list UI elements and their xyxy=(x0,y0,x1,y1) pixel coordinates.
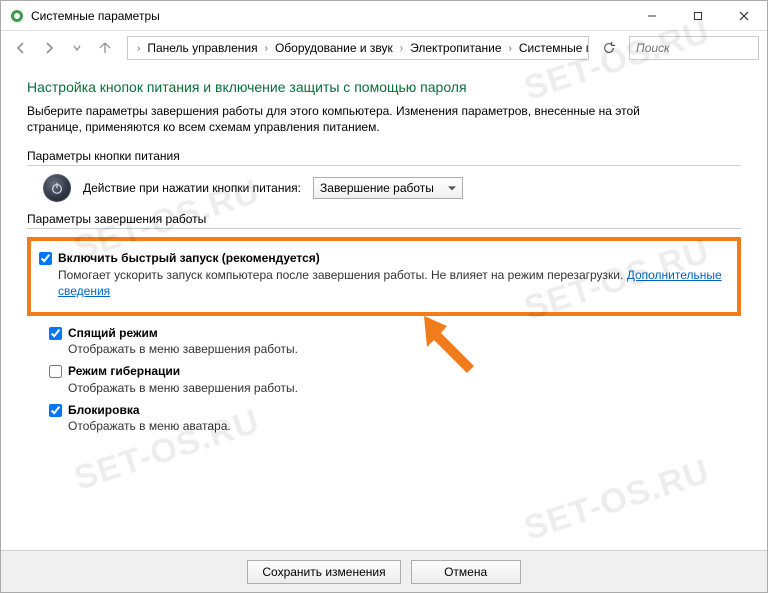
chevron-right-icon: › xyxy=(397,43,406,54)
page-intro: Выберите параметры завершения работы для… xyxy=(27,103,667,135)
window-icon xyxy=(9,8,25,24)
button-bar: Сохранить изменения Отмена xyxy=(1,550,767,592)
power-action-dropdown[interactable]: Завершение работы xyxy=(313,177,463,199)
dropdown-value: Завершение работы xyxy=(320,181,434,195)
search-input[interactable] xyxy=(629,36,759,60)
breadcrumb-item[interactable]: Системные параметры xyxy=(517,41,589,55)
close-button[interactable] xyxy=(721,1,767,31)
breadcrumb-item[interactable]: Панель управления xyxy=(145,41,259,55)
cancel-button[interactable]: Отмена xyxy=(411,560,521,584)
minimize-button[interactable] xyxy=(629,1,675,31)
hibernate-option[interactable]: Режим гибернации xyxy=(49,363,741,379)
option-title: Режим гибернации xyxy=(68,363,180,379)
section-title: Параметры кнопки питания xyxy=(27,149,741,166)
fast-startup-option[interactable]: Включить быстрый запуск (рекомендуется) xyxy=(39,250,729,266)
section-title: Параметры завершения работы xyxy=(27,212,741,229)
hibernate-checkbox[interactable] xyxy=(49,365,62,378)
option-title: Блокировка xyxy=(68,402,140,418)
power-action-label: Действие при нажатии кнопки питания: xyxy=(83,181,301,195)
maximize-button[interactable] xyxy=(675,1,721,31)
forward-button[interactable] xyxy=(37,36,61,60)
chevron-right-icon: › xyxy=(134,43,143,54)
navigation-bar: › Панель управления › Оборудование и зву… xyxy=(1,31,767,65)
content-area: Настройка кнопок питания и включение защ… xyxy=(1,65,767,550)
fast-startup-checkbox[interactable] xyxy=(39,252,52,265)
option-description: Отображать в меню завершения работы. xyxy=(49,380,741,396)
option-title: Спящий режим xyxy=(68,325,158,341)
page-heading: Настройка кнопок питания и включение защ… xyxy=(27,79,741,95)
shutdown-settings-section: Параметры завершения работы Включить быс… xyxy=(27,212,741,437)
sleep-checkbox[interactable] xyxy=(49,327,62,340)
lock-option[interactable]: Блокировка xyxy=(49,402,741,418)
power-button-section: Параметры кнопки питания Действие при на… xyxy=(27,149,741,202)
option-description: Помогает ускорить запуск компьютера посл… xyxy=(39,267,729,299)
breadcrumb-item[interactable]: Электропитание xyxy=(408,41,503,55)
chevron-right-icon: › xyxy=(262,43,271,54)
title-bar: Системные параметры xyxy=(1,1,767,31)
breadcrumb-item[interactable]: Оборудование и звук xyxy=(273,41,395,55)
window-title: Системные параметры xyxy=(31,9,160,23)
fast-startup-highlight: Включить быстрый запуск (рекомендуется) … xyxy=(27,237,741,316)
back-button[interactable] xyxy=(9,36,33,60)
power-icon xyxy=(43,174,71,202)
option-description: Отображать в меню аватара. xyxy=(49,418,741,434)
sleep-option[interactable]: Спящий режим xyxy=(49,325,741,341)
option-description: Отображать в меню завершения работы. xyxy=(49,341,741,357)
up-button[interactable] xyxy=(93,36,117,60)
lock-checkbox[interactable] xyxy=(49,404,62,417)
chevron-right-icon: › xyxy=(506,43,515,54)
option-title: Включить быстрый запуск (рекомендуется) xyxy=(58,250,320,266)
recent-locations-button[interactable] xyxy=(65,36,89,60)
window-controls xyxy=(629,1,767,31)
save-button[interactable]: Сохранить изменения xyxy=(247,560,400,584)
breadcrumb[interactable]: › Панель управления › Оборудование и зву… xyxy=(127,36,589,60)
refresh-button[interactable] xyxy=(597,36,621,60)
